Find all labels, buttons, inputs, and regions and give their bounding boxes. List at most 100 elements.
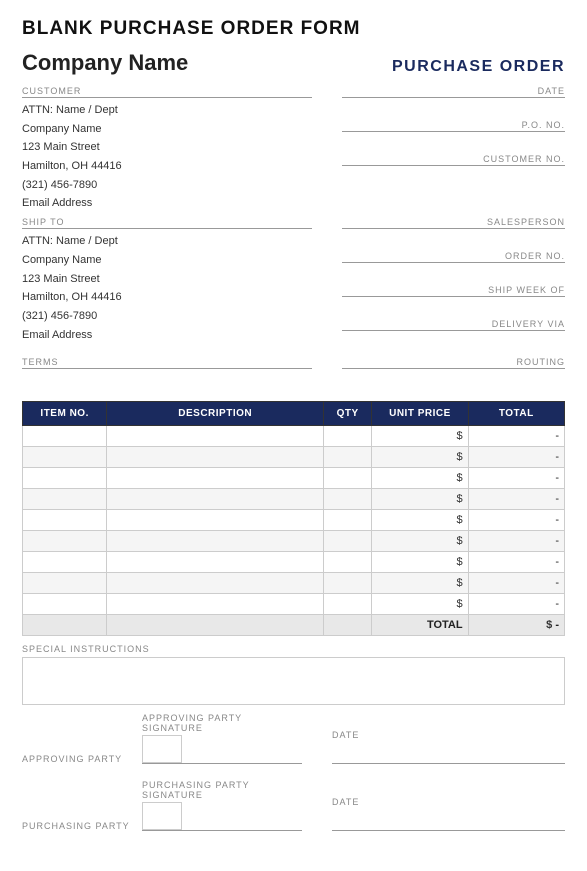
cell-total-1: -	[468, 447, 564, 468]
cell-item-8	[23, 594, 107, 615]
customer-label: CUSTOMER	[22, 86, 312, 98]
ship-to-company: Company Name	[22, 251, 312, 270]
routing-value	[342, 371, 565, 385]
cell-item-6	[23, 552, 107, 573]
special-instructions-box[interactable]	[22, 657, 565, 705]
ship-to-address: 123 Main Street	[22, 270, 312, 289]
purchase-order-table: ITEM NO. DESCRIPTION QTY UNIT PRICE TOTA…	[22, 401, 565, 636]
cell-desc-2	[107, 468, 324, 489]
cell-unit-6: $	[372, 552, 468, 573]
cell-total-2: -	[468, 468, 564, 489]
cell-qty-4	[324, 510, 372, 531]
cell-unit-3: $	[372, 489, 468, 510]
salesperson-field: SALESPERSON	[342, 217, 565, 245]
cell-qty-6	[324, 552, 372, 573]
customer-company: Company Name	[22, 120, 312, 139]
customer-city: Hamilton, OH 44416	[22, 157, 312, 176]
cell-item-3	[23, 489, 107, 510]
table-row: $ -	[23, 594, 565, 615]
col-description: DESCRIPTION	[107, 402, 324, 426]
sig-date-area-0: DATE	[332, 730, 565, 764]
cell-desc-0	[107, 426, 324, 447]
special-instructions-label: SPECIAL INSTRUCTIONS	[22, 644, 565, 654]
signatures-section: APPROVING PARTY APPROVING PARTY SIGNATUR…	[22, 713, 565, 831]
customer-address: 123 Main Street	[22, 138, 312, 157]
table-total-row: TOTAL $ -	[23, 615, 565, 636]
ship-to-left: SHIP TO ATTN: Name / Dept Company Name 1…	[22, 217, 332, 353]
sig-row-1: PURCHASING PARTY PURCHASING PARTY SIGNAT…	[22, 780, 565, 831]
sig-date-label-0: DATE	[332, 730, 359, 740]
cell-desc-4	[107, 510, 324, 531]
sig-line-area-0: APPROVING PARTY SIGNATURE	[142, 713, 302, 764]
cell-total-0: -	[468, 426, 564, 447]
po-no-value	[342, 134, 565, 148]
ship-to-attn: ATTN: Name / Dept	[22, 232, 312, 251]
cell-item-2	[23, 468, 107, 489]
cell-desc-8	[107, 594, 324, 615]
customer-phone: (321) 456-7890	[22, 176, 312, 195]
po-no-field: P.O. NO.	[342, 120, 565, 148]
table-header-row: ITEM NO. DESCRIPTION QTY UNIT PRICE TOTA…	[23, 402, 565, 426]
cell-qty-8	[324, 594, 372, 615]
sig-line-label-1: PURCHASING PARTY SIGNATURE	[142, 780, 302, 800]
cell-qty-1	[324, 447, 372, 468]
table-row: $ -	[23, 489, 565, 510]
cell-desc-6	[107, 552, 324, 573]
cell-desc-7	[107, 573, 324, 594]
cell-item-4	[23, 510, 107, 531]
cell-qty-3	[324, 489, 372, 510]
purchase-order-label: PURCHASE ORDER	[392, 58, 565, 76]
cell-unit-8: $	[372, 594, 468, 615]
customer-left: CUSTOMER ATTN: Name / Dept Company Name …	[22, 86, 332, 213]
company-name: Company Name	[22, 50, 188, 76]
customer-email: Email Address	[22, 194, 312, 213]
cell-item-5	[23, 531, 107, 552]
cell-unit-5: $	[372, 531, 468, 552]
header-row: Company Name PURCHASE ORDER	[22, 50, 565, 76]
col-unit-price: UNIT PRICE	[372, 402, 468, 426]
routing-label: ROUTING	[342, 357, 565, 369]
routing-field: ROUTING	[342, 357, 565, 385]
salesperson-value	[342, 231, 565, 245]
ship-to-label: SHIP TO	[22, 217, 312, 229]
sig-party-label-0: APPROVING PARTY	[22, 754, 142, 764]
order-no-field: ORDER NO.	[342, 251, 565, 279]
terms-left: TERMS	[22, 357, 332, 391]
ship-to-section: SHIP TO ATTN: Name / Dept Company Name 1…	[22, 217, 565, 353]
sig-row-0: APPROVING PARTY APPROVING PARTY SIGNATUR…	[22, 713, 565, 764]
order-no-label: ORDER NO.	[342, 251, 565, 263]
total-empty-3	[324, 615, 372, 636]
col-total: TOTAL	[468, 402, 564, 426]
delivery-via-field: DELIVERY VIA	[342, 319, 565, 347]
cell-qty-2	[324, 468, 372, 489]
ship-to-email: Email Address	[22, 326, 312, 345]
ship-to-city: Hamilton, OH 44416	[22, 288, 312, 307]
date-label: DATE	[342, 86, 565, 98]
ship-to-right-fields: SALESPERSON ORDER NO. SHIP WEEK OF DELIV…	[332, 217, 565, 353]
sig-line-1	[142, 800, 302, 831]
sig-box-0	[142, 735, 182, 763]
sig-date-area-1: DATE	[332, 797, 565, 831]
cell-desc-1	[107, 447, 324, 468]
salesperson-label: SALESPERSON	[342, 217, 565, 229]
table-row: $ -	[23, 426, 565, 447]
cell-qty-7	[324, 573, 372, 594]
customer-no-label: CUSTOMER NO.	[342, 154, 565, 166]
table-row: $ -	[23, 510, 565, 531]
terms-routing-row: TERMS ROUTING	[22, 357, 565, 391]
cell-item-0	[23, 426, 107, 447]
cell-unit-7: $	[372, 573, 468, 594]
cell-desc-5	[107, 531, 324, 552]
page-title: BLANK PURCHASE ORDER FORM	[22, 18, 565, 40]
date-field: DATE	[342, 86, 565, 114]
cell-unit-2: $	[372, 468, 468, 489]
ship-week-value	[342, 299, 565, 313]
sig-box-1	[142, 802, 182, 830]
routing-right: ROUTING	[332, 357, 565, 391]
sig-date-line-0	[332, 740, 565, 764]
customer-right-fields: DATE P.O. NO. CUSTOMER NO.	[332, 86, 565, 213]
date-value	[342, 100, 565, 114]
customer-section: CUSTOMER ATTN: Name / Dept Company Name …	[22, 86, 565, 213]
cell-unit-4: $	[372, 510, 468, 531]
sig-line-area-1: PURCHASING PARTY SIGNATURE	[142, 780, 302, 831]
